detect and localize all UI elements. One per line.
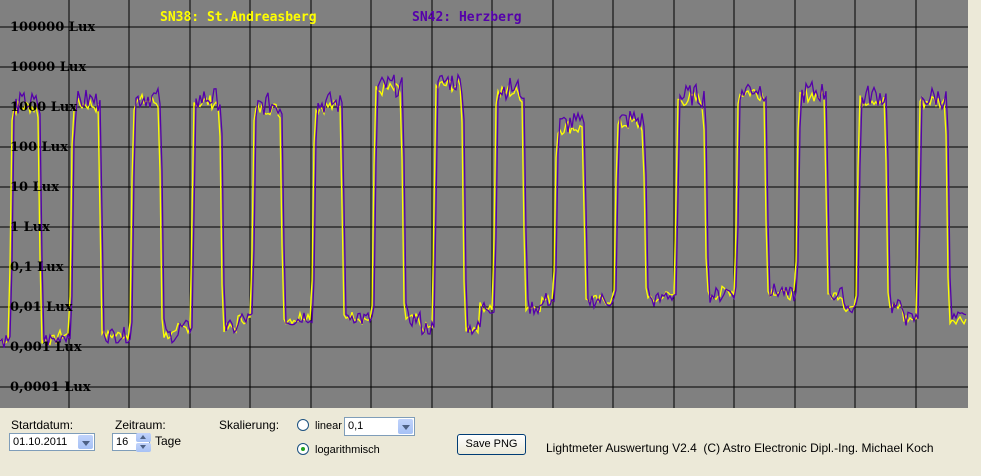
range-unit: Tage — [155, 434, 182, 448]
lux-chart: 100000 Lux 10000 Lux 1000 Lux 100 Lux 10 Lux… — [0, 0, 968, 408]
linear-value: 0,1 — [348, 420, 364, 432]
start-date-value: 01.10.2011 — [13, 436, 68, 448]
credit-text: Lightmeter Auswertung V2.4 (C) Astro Ele… — [546, 441, 934, 455]
chevron-up-icon[interactable] — [136, 433, 151, 442]
legend-sn42: SN42: Herzberg — [412, 10, 522, 25]
y-tick-label: 0,001 Lux — [10, 340, 82, 355]
control-panel: Startdatum: 01.10.2011 Zeitraum: 16 Tage… — [0, 408, 981, 476]
stepper-arrows[interactable] — [136, 433, 151, 453]
save-png-button[interactable]: Save PNG — [457, 434, 526, 455]
radio-linear[interactable] — [297, 419, 309, 431]
y-tick-label: 0,1 Lux — [10, 260, 64, 275]
y-tick-label: 10 Lux — [10, 180, 59, 195]
chevron-down-icon[interactable] — [78, 435, 93, 449]
start-date-label: Startdatum: — [11, 418, 74, 432]
vertical-scrollbar[interactable] — [968, 0, 981, 408]
y-tick-label: 10000 Lux — [10, 60, 86, 75]
y-tick-label: 0,01 Lux — [10, 300, 73, 315]
linear-value-select[interactable]: 0,1 — [344, 417, 415, 436]
y-tick-label: 1000 Lux — [10, 100, 77, 115]
y-tick-label: 100000 Lux — [10, 20, 95, 35]
range-label: Zeitraum: — [115, 418, 166, 432]
radio-logarithmic[interactable] — [297, 443, 309, 455]
range-value: 16 — [116, 436, 129, 448]
chevron-down-icon[interactable] — [398, 419, 413, 434]
radio-logarithmic-label: logarithmisch — [315, 444, 380, 456]
legend-sn38: SN38: St.Andreasberg — [160, 10, 317, 25]
range-stepper[interactable]: 16 — [112, 433, 151, 453]
y-tick-label: 0,0001 Lux — [10, 380, 91, 395]
radio-linear-label: linear — [315, 420, 342, 432]
y-tick-label: 1 Lux — [10, 220, 50, 235]
y-tick-label: 100 Lux — [10, 140, 68, 155]
scale-label: Skalierung: — [219, 418, 280, 432]
start-date-picker[interactable]: 01.10.2011 — [9, 433, 95, 451]
chevron-down-icon[interactable] — [136, 443, 151, 452]
